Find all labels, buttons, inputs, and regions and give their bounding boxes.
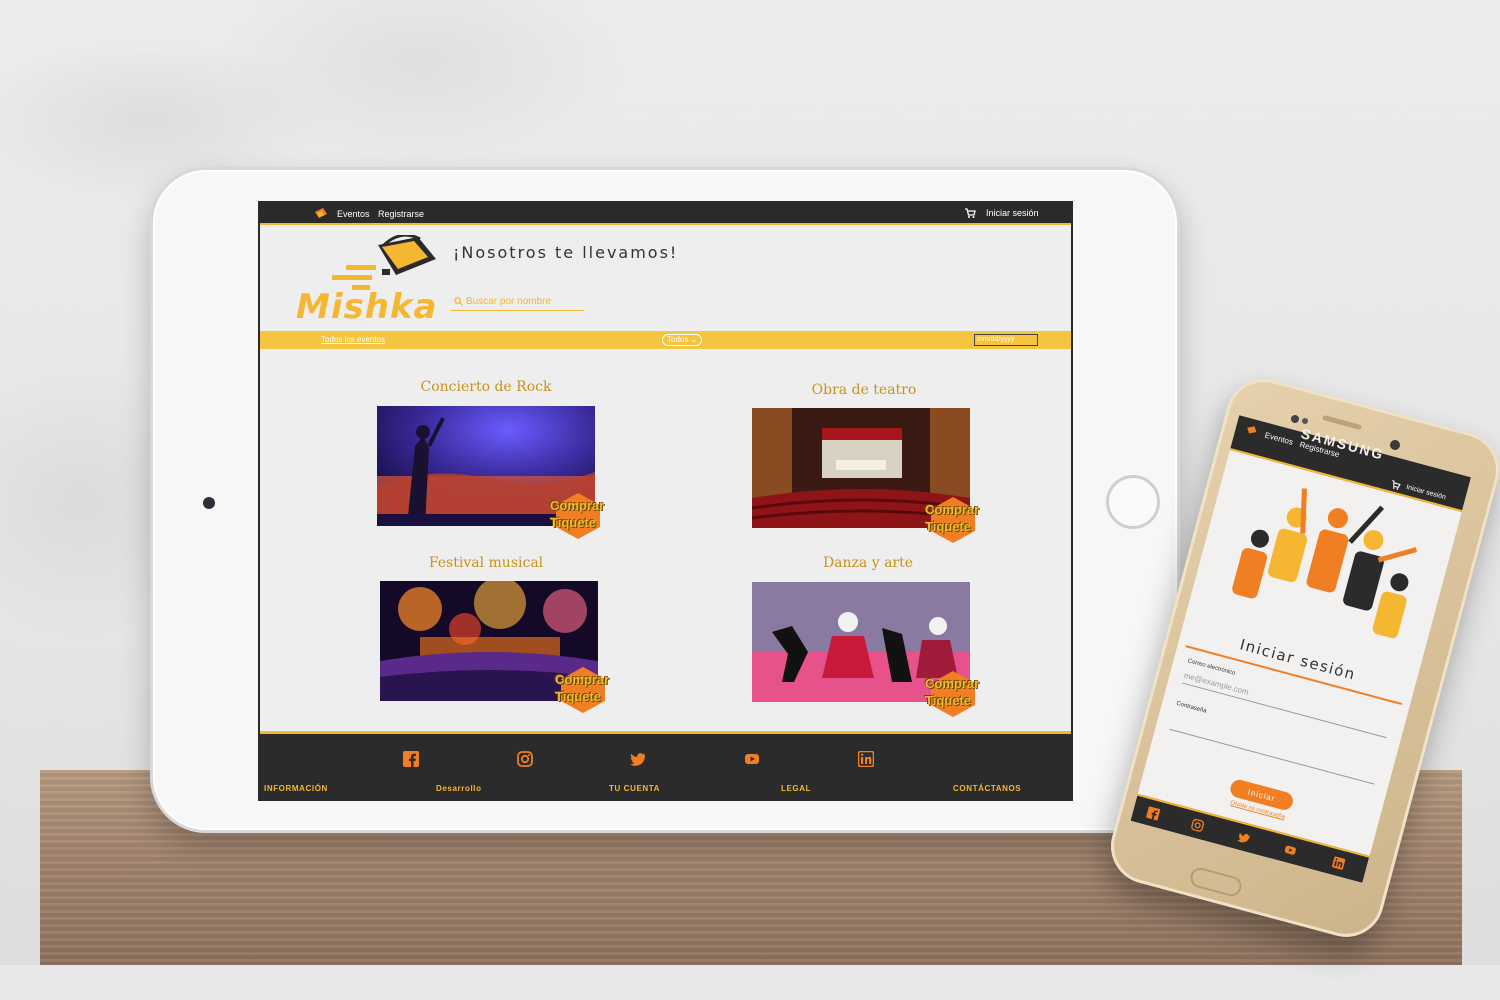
- phone-screen: Eventos Registrarse Iniciar sesión Inici…: [1130, 415, 1472, 883]
- cart-icon[interactable]: [1389, 479, 1401, 491]
- buy-line1: Comprar: [925, 676, 980, 691]
- facebook-icon[interactable]: [403, 751, 419, 767]
- tagline: ¡Nosotros te llevamos!: [453, 243, 679, 262]
- buy-line2: Tiquete: [925, 519, 971, 534]
- search-icon: [454, 297, 463, 306]
- footer-informacion[interactable]: INFORMACIÓN: [264, 784, 328, 793]
- buy-ticket-festival[interactable]: Comprar Tiquete: [555, 667, 625, 713]
- linkedin-icon[interactable]: [858, 751, 874, 767]
- phone-front-camera: [1390, 440, 1400, 450]
- event-title-theater: Obra de teatro: [811, 382, 917, 398]
- phone-nav-eventos[interactable]: Eventos: [1264, 431, 1294, 447]
- phone-screen-wrap: Eventos Registrarse Iniciar sesión Inici…: [1130, 415, 1499, 890]
- tablet-device: Eventos Registrarse Iniciar sesión Mishk…: [150, 167, 1180, 833]
- category-select-value: Todos: [667, 335, 689, 344]
- category-select[interactable]: Todos ⌄: [662, 334, 703, 346]
- search-input[interactable]: [466, 296, 576, 307]
- phone-sensor-icon: [1302, 418, 1308, 424]
- logo-bucket-icon: [332, 235, 436, 290]
- login-link[interactable]: Iniciar sesión: [986, 208, 1039, 218]
- phone-login-link[interactable]: Iniciar sesión: [1405, 484, 1446, 501]
- buy-line1: Comprar: [550, 498, 605, 513]
- instagram-icon[interactable]: [517, 751, 533, 767]
- password-label: Contraseña: [1175, 700, 1208, 715]
- footer-tu-cuenta[interactable]: TU CUENTA: [609, 784, 660, 793]
- buy-ticket-theater[interactable]: Comprar Tiquete: [925, 497, 995, 543]
- top-navbar: Eventos Registrarse Iniciar sesión: [260, 203, 1071, 225]
- instagram-icon[interactable]: [1190, 818, 1205, 833]
- buy-ticket-rock[interactable]: Comprar Tiquete: [550, 493, 620, 539]
- filter-bar: Todos los eventos Todos ⌄ mm/dd/yyyy: [260, 331, 1071, 349]
- tablet-screen: Eventos Registrarse Iniciar sesión Mishk…: [258, 201, 1073, 801]
- brand-bucket-icon[interactable]: [1245, 424, 1259, 437]
- youtube-icon[interactable]: [1283, 843, 1298, 858]
- twitter-icon[interactable]: [1237, 830, 1252, 845]
- buy-ticket-dance[interactable]: Comprar Tiquete: [925, 671, 995, 717]
- youtube-icon[interactable]: [744, 751, 760, 767]
- floor: [0, 965, 1500, 1000]
- cart-icon[interactable]: [964, 207, 976, 219]
- date-placeholder: mm/dd/yyyy: [977, 336, 1015, 343]
- buy-line1: Comprar: [925, 502, 980, 517]
- event-title-dance: Danza y arte: [822, 555, 914, 571]
- all-events-link[interactable]: Todos los eventos: [321, 335, 385, 344]
- search-box[interactable]: [450, 293, 584, 311]
- buy-line1: Comprar: [555, 672, 610, 687]
- linkedin-icon[interactable]: [1331, 856, 1346, 871]
- footer-contactanos[interactable]: CONTÁCTANOS: [953, 784, 1021, 793]
- nav-registrarse[interactable]: Registrarse: [378, 209, 424, 219]
- logo[interactable]: Mishka: [296, 235, 441, 327]
- event-title-festival: Festival musical: [428, 555, 544, 571]
- twitter-icon[interactable]: [630, 751, 646, 767]
- tablet-footer: INFORMACIÓN Desarrollo TU CUENTA LEGAL C…: [260, 731, 1071, 799]
- footer-legal[interactable]: LEGAL: [781, 784, 811, 793]
- footer-desarrollo[interactable]: Desarrollo: [436, 784, 482, 793]
- phone-device: Eventos Registrarse Iniciar sesión Inici…: [1095, 370, 1500, 946]
- buy-line2: Tiquete: [555, 689, 601, 704]
- date-input[interactable]: mm/dd/yyyy: [974, 334, 1038, 346]
- tablet-camera: [203, 497, 215, 509]
- event-title-rock: Concierto de Rock: [420, 379, 552, 395]
- nav-eventos[interactable]: Eventos: [337, 209, 370, 219]
- buy-line2: Tiquete: [925, 693, 971, 708]
- buy-line2: Tiquete: [550, 515, 596, 530]
- logo-text: Mishka: [296, 287, 438, 327]
- brand-bucket-icon[interactable]: [314, 207, 328, 219]
- phone-sensor-icon: [1291, 415, 1299, 423]
- facebook-icon[interactable]: [1146, 806, 1161, 821]
